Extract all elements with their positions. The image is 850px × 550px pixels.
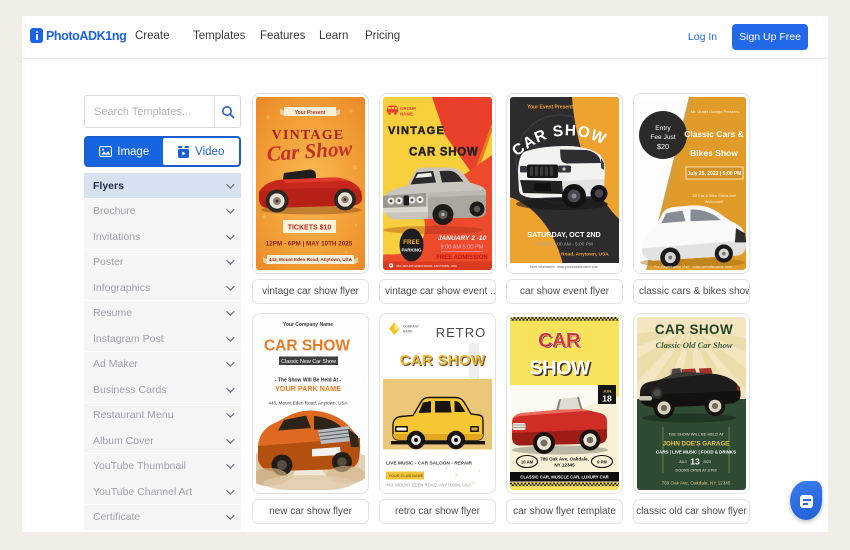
svg-text:FROM 10:00 AM - 5:00 PM: FROM 10:00 AM - 5:00 PM [535, 242, 593, 248]
svg-text:More information : www.yourweb: More information : www.yourwebsitename.c… [530, 265, 599, 269]
svg-text:443, Mount Eden Road, Anytown,: 443, Mount Eden Road, Anytown, USA [269, 257, 353, 262]
svg-text:Your Present: Your Present [295, 110, 326, 116]
svg-text:LIVE MUSIC - CAR SALOON - REPA: LIVE MUSIC - CAR SALOON - REPAIR [386, 461, 473, 467]
svg-text:445, MOUNT EDEN ROAD, ANYTOWN,: 445, MOUNT EDEN ROAD, ANYTOWN, USA [396, 264, 457, 268]
svg-text:13: 13 [690, 457, 700, 467]
svg-text:For Registration Visit : www.w: For Registration Visit : www.websitename… [654, 265, 732, 269]
svg-text:$20: $20 [657, 142, 669, 151]
svg-text:Your Event Present: Your Event Present [527, 105, 573, 111]
svg-text:9 PM: 9 PM [597, 459, 607, 464]
svg-text:2023: 2023 [703, 460, 711, 464]
svg-text:CLASSIC CAR, MUSCLE CAR, LUXUR: CLASSIC CAR, MUSCLE CAR, LUXURY CAR [520, 475, 608, 480]
svg-text:10 AM: 10 AM [521, 459, 534, 464]
svg-text:42 Car & Bike Clubs Are: 42 Car & Bike Clubs Are [692, 193, 736, 198]
svg-text:443, Mount Eden Road, Anytown,: 443, Mount Eden Road, Anytown, USA [268, 401, 348, 406]
svg-text:SHOW: SHOW [529, 358, 590, 380]
svg-text:NY 12345: NY 12345 [554, 463, 575, 468]
svg-text:CARS | LIVE MUSIC | FOOD & DRI: CARS | LIVE MUSIC | FOOD & DRINKS [656, 450, 736, 455]
svg-text:VINTAGE: VINTAGE [388, 125, 445, 137]
svg-text:THE SHOW WILL BE HELD AT: THE SHOW WILL BE HELD AT [668, 432, 724, 437]
svg-text:YOUR PARK NAME: YOUR PARK NAME [275, 384, 341, 393]
svg-text:9:00 AM 5:00 PM: 9:00 AM 5:00 PM [441, 245, 484, 251]
svg-text:Entry: Entry [655, 125, 671, 132]
svg-text:- The Show Will Be Held At -: - The Show Will Be Held At - [275, 378, 342, 384]
svg-text:DOORS OPEN AT 8 PM: DOORS OPEN AT 8 PM [675, 469, 716, 473]
svg-text:GROUP: GROUP [400, 106, 416, 111]
svg-text:CAR SHOW: CAR SHOW [655, 322, 733, 337]
svg-text:443, MOUNT EDEN ROAD, ANYTOWN,: 443, MOUNT EDEN ROAD, ANYTOWN, USA [386, 483, 471, 488]
svg-text:PARKING: PARKING [402, 248, 423, 253]
svg-text:Welcomed: Welcomed [705, 199, 724, 204]
svg-text:RETRO: RETRO [436, 325, 487, 340]
svg-text:Fee Just: Fee Just [650, 134, 675, 141]
svg-text:JANUARY 2 -10: JANUARY 2 -10 [438, 235, 487, 242]
svg-text:SATURDAY, OCT 2ND: SATURDAY, OCT 2ND [527, 230, 600, 239]
svg-text:NAME: NAME [403, 330, 412, 334]
svg-text:18: 18 [602, 394, 612, 404]
svg-text:At 445, Mount Eden Road, Anyto: At 445, Mount Eden Road, Anytown, USA [515, 252, 609, 258]
svg-text:CAR SHOW: CAR SHOW [400, 352, 486, 369]
svg-text:789 Oak Ave, Oakdale,: 789 Oak Ave, Oakdale, [540, 457, 589, 462]
svg-text:NAME: NAME [400, 112, 413, 117]
svg-text:Mr. Outlet Garage Presents: Mr. Outlet Garage Presents [691, 109, 740, 114]
svg-text:CAR SHOW: CAR SHOW [264, 338, 350, 355]
svg-text:FREE ADMISSION: FREE ADMISSION [436, 255, 487, 261]
svg-text:FREE: FREE [403, 239, 420, 246]
svg-text:CAR: CAR [538, 330, 581, 352]
svg-text:July 25, 2022 | 5:00 PM: July 25, 2022 | 5:00 PM [688, 171, 742, 177]
svg-text:YOUR CLUB NAME: YOUR CLUB NAME [389, 474, 424, 478]
svg-text:Your Company Name: Your Company Name [283, 322, 333, 328]
svg-text:Classic New Car Show: Classic New Car Show [281, 359, 336, 365]
svg-text:JULY: JULY [679, 460, 688, 464]
svg-text:TICKETS $10: TICKETS $10 [288, 225, 332, 232]
svg-text:CAR SHOW: CAR SHOW [409, 147, 479, 159]
svg-text:789 Oak Ave, Oakdale, NY 12345: 789 Oak Ave, Oakdale, NY 12345 [662, 481, 731, 486]
svg-text:12PM - 6PM | MAY 10TH 2025: 12PM - 6PM | MAY 10TH 2025 [266, 241, 353, 248]
svg-text:Bikes Show: Bikes Show [690, 148, 738, 158]
svg-text:Classic Old Car Show: Classic Old Car Show [656, 340, 733, 350]
svg-text:JOHN DOE'S GARAGE: JOHN DOE'S GARAGE [663, 441, 730, 448]
svg-text:Classic Cars &: Classic Cars & [684, 129, 744, 139]
svg-text:COMPANY: COMPANY [403, 325, 420, 329]
